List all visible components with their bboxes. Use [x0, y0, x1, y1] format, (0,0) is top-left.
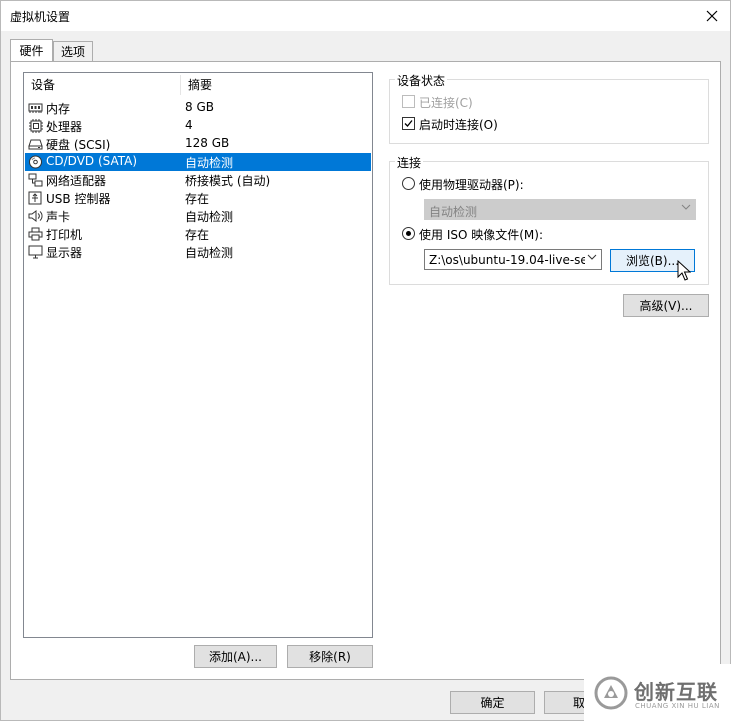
device-list[interactable]: 设备 摘要 内存 8 GB 处理器 4 硬盘 (SCSI) 128 GB CD/… [23, 72, 373, 638]
printer-icon [28, 227, 43, 241]
title-bar: 虚拟机设置 [1, 1, 730, 31]
device-summary: 自动检测 [185, 210, 234, 224]
watermark-text: 创新互联 [634, 680, 718, 704]
device-name: 网络适配器 [46, 174, 107, 188]
connect-on-power-checkbox[interactable] [402, 117, 415, 130]
physical-drive-select[interactable]: 自动检测 [424, 199, 696, 220]
remove-button[interactable]: 移除(R) [287, 645, 373, 668]
device-row-hard-disk[interactable]: 硬盘 (SCSI) 128 GB [25, 135, 371, 153]
processor-icon [28, 119, 43, 133]
hard-disk-icon [28, 137, 43, 151]
watermark-subtext: CHUANG XIN HU LIAN [635, 702, 720, 710]
device-name: CD/DVD (SATA) [46, 154, 138, 168]
tab-options[interactable]: 选项 [53, 41, 93, 61]
device-name: USB 控制器 [46, 192, 111, 206]
iso-image-label: 使用 ISO 映像文件(M): [419, 228, 543, 242]
device-summary: 存在 [185, 228, 210, 242]
cd-dvd-icon [28, 155, 43, 169]
physical-drive-label: 使用物理驱动器(P): [419, 178, 524, 192]
memory-icon [28, 101, 43, 115]
check-icon [404, 120, 413, 127]
device-row-network-adapter[interactable]: 网络适配器 桥接模式 (自动) [25, 171, 371, 189]
column-header-summary[interactable]: 摘要 [181, 73, 371, 96]
connection-title: 连接 [395, 154, 424, 171]
device-row-cd-dvd[interactable]: CD/DVD (SATA) 自动检测 [25, 153, 371, 171]
connect-on-power-label: 启动时连接(O) [419, 118, 498, 132]
device-name: 处理器 [46, 120, 83, 134]
connected-label: 已连接(C) [419, 96, 473, 110]
brand-logo-icon [594, 676, 628, 710]
device-name: 显示器 [46, 246, 83, 260]
device-row-usb[interactable]: USB 控制器 存在 [25, 189, 371, 207]
device-summary: 存在 [185, 192, 210, 206]
connected-checkbox[interactable] [402, 95, 415, 108]
device-summary: 自动检测 [185, 156, 234, 170]
iso-path-select[interactable]: Z:\os\ubuntu-19.04-live-serv [424, 249, 602, 270]
device-name: 声卡 [46, 210, 71, 224]
physical-drive-radio[interactable] [402, 177, 415, 190]
vm-settings-window: 虚拟机设置 硬件 选项 设备 摘要 内存 8 GB 处理器 4 硬盘 (SCSI… [0, 0, 731, 721]
cursor-icon [677, 260, 691, 281]
network-adapter-icon [28, 173, 43, 187]
display-icon [28, 245, 43, 259]
watermark-logo: 创新互联 CHUANG XIN HU LIAN [584, 664, 731, 721]
physical-drive-value: 自动检测 [429, 205, 478, 219]
device-row-memory[interactable]: 内存 8 GB [25, 99, 371, 117]
close-icon[interactable] [700, 4, 724, 28]
device-row-display[interactable]: 显示器 自动检测 [25, 243, 371, 261]
device-row-sound-card[interactable]: 声卡 自动检测 [25, 207, 371, 225]
speaker-icon [28, 209, 43, 223]
device-row-printer[interactable]: 打印机 存在 [25, 225, 371, 243]
device-summary: 8 GB [185, 100, 214, 114]
device-row-processor[interactable]: 处理器 4 [25, 117, 371, 135]
iso-image-radio[interactable] [402, 227, 415, 240]
device-status-title: 设备状态 [395, 72, 448, 89]
usb-icon [28, 191, 43, 205]
add-button[interactable]: 添加(A)... [194, 645, 277, 668]
window-title: 虚拟机设置 [10, 10, 71, 24]
column-header-device[interactable]: 设备 [24, 73, 180, 96]
device-summary: 4 [185, 118, 193, 132]
device-name: 硬盘 (SCSI) [46, 138, 111, 152]
chevron-down-icon [587, 252, 597, 265]
device-summary: 自动检测 [185, 246, 234, 260]
advanced-button[interactable]: 高级(V)... [623, 294, 709, 317]
chevron-down-icon [681, 202, 691, 215]
ok-button[interactable]: 确定 [450, 691, 535, 714]
tab-hardware[interactable]: 硬件 [10, 39, 53, 61]
device-summary: 128 GB [185, 136, 230, 150]
device-summary: 桥接模式 (自动) [185, 174, 271, 188]
device-name: 打印机 [46, 228, 83, 242]
device-name: 内存 [46, 102, 71, 116]
iso-path-value: Z:\os\ubuntu-19.04-live-serv [429, 253, 585, 267]
